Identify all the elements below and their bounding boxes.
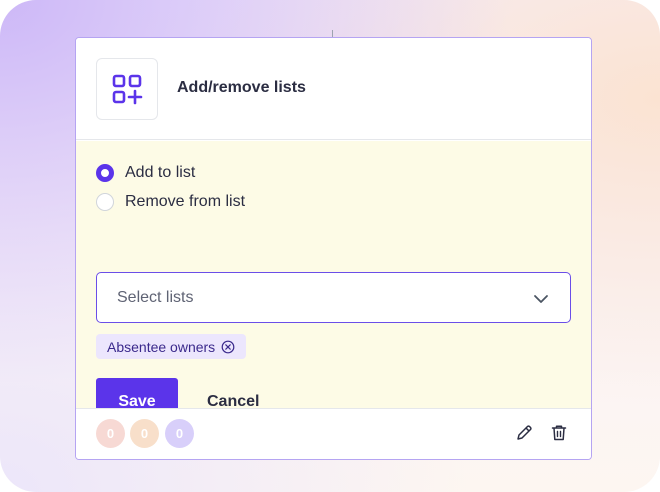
- card-header: Add/remove lists: [76, 38, 591, 140]
- selected-list-tag: Absentee owners: [96, 334, 247, 359]
- remove-from-list-label: Remove from list: [125, 193, 246, 210]
- lists-select[interactable]: Select lists: [96, 272, 571, 323]
- stat-badge: 0: [165, 419, 194, 448]
- card-footer: 0 0 0: [76, 408, 591, 459]
- grid-plus-icon: [96, 58, 158, 120]
- lists-select-placeholder: Select lists: [117, 288, 194, 306]
- remove-from-list-radio[interactable]: [96, 193, 114, 211]
- remove-from-list-option[interactable]: Remove from list: [96, 193, 245, 211]
- card-body: Add to list Remove from list Select list…: [76, 141, 591, 425]
- add-to-list-radio[interactable]: [96, 164, 114, 182]
- add-to-list-option[interactable]: Add to list: [96, 164, 195, 182]
- stat-badge: 0: [130, 419, 159, 448]
- close-circle-icon[interactable]: [221, 340, 235, 354]
- add-remove-lists-card[interactable]: Add/remove lists Add to list Remove from…: [75, 37, 592, 460]
- card-title: Add/remove lists: [177, 79, 306, 96]
- stat-badge: 0: [96, 419, 125, 448]
- pencil-icon[interactable]: [514, 423, 534, 443]
- add-to-list-label: Add to list: [125, 164, 196, 181]
- trash-icon[interactable]: [549, 423, 569, 443]
- selected-list-tag-label: Absentee owners: [107, 338, 216, 355]
- chevron-down-icon: [534, 295, 548, 303]
